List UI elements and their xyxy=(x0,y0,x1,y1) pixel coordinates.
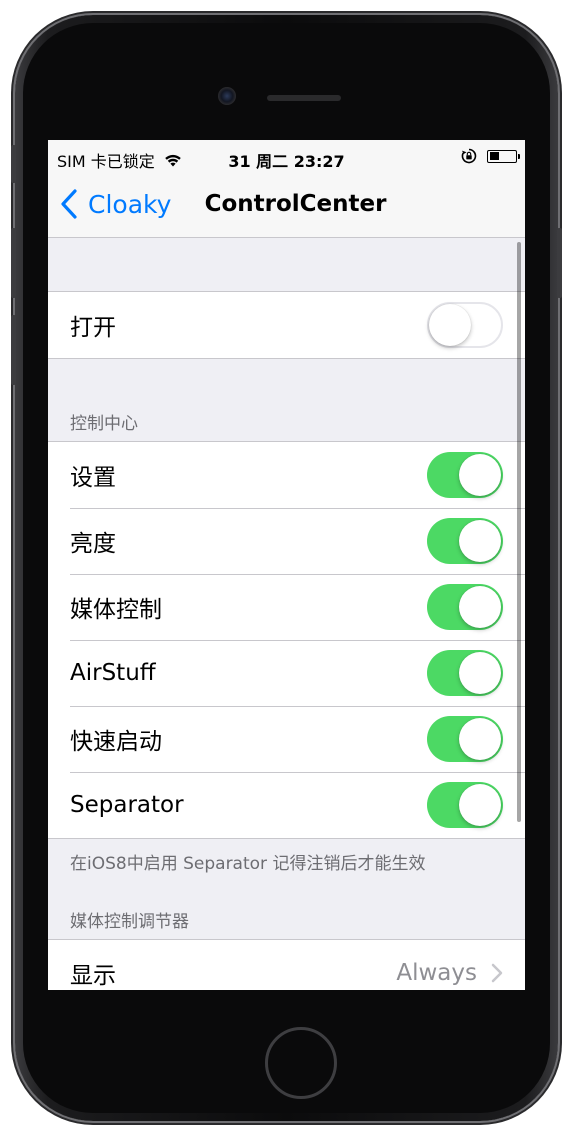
toggle-knob xyxy=(459,586,501,628)
toggle-knob xyxy=(459,718,501,760)
power-button[interactable] xyxy=(557,228,562,298)
mute-switch[interactable] xyxy=(11,145,16,183)
control-center-row-label: 设置 xyxy=(70,465,116,491)
media-adjuster-group: 显示 Always xyxy=(48,939,525,990)
battery-icon xyxy=(487,149,520,163)
enable-toggle[interactable] xyxy=(427,302,503,348)
control-center-row-toggle[interactable] xyxy=(427,650,503,696)
settings-content: 打开 控制中心 设置亮度媒体控制 AirStuff 快速启动 Separator 在i… xyxy=(48,238,525,990)
display-row[interactable]: 显示 Always xyxy=(48,940,525,990)
media-adjuster-header: 媒体控制调节器 xyxy=(70,912,189,932)
control-center-row: 亮度 xyxy=(48,508,525,574)
enable-row: 打开 xyxy=(48,292,525,358)
control-center-row-label: 快速启动 xyxy=(70,729,162,755)
control-center-row-label: Separator xyxy=(70,792,184,818)
main-group: 打开 xyxy=(48,291,525,359)
status-bar: SIM 卡已锁定 31 周二 23:27 xyxy=(48,140,525,174)
control-center-group: 设置亮度媒体控制 AirStuff 快速启动 Separator xyxy=(48,441,525,839)
top-spacer xyxy=(48,238,525,291)
control-center-row-label: 媒体控制 xyxy=(70,597,162,623)
display-value: Always xyxy=(396,960,477,986)
status-right xyxy=(461,148,520,164)
toggle-knob xyxy=(459,652,501,694)
volume-up-button[interactable] xyxy=(11,228,16,298)
control-center-footer: 在iOS8中启用 Separator 记得注销后才能生效 xyxy=(70,854,426,874)
control-center-row-toggle[interactable] xyxy=(427,584,503,630)
chevron-right-icon xyxy=(491,963,503,983)
control-center-row-toggle[interactable] xyxy=(427,782,503,828)
display-label: 显示 xyxy=(70,963,116,989)
control-center-row: Separator xyxy=(48,772,525,838)
control-center-row-toggle[interactable] xyxy=(427,452,503,498)
toggle-knob xyxy=(459,454,501,496)
toggle-knob xyxy=(429,304,471,346)
scrollbar[interactable] xyxy=(517,242,521,822)
screen: SIM 卡已锁定 31 周二 23:27 Cloaky ControlCente… xyxy=(48,140,525,990)
home-button[interactable] xyxy=(265,1027,337,1099)
control-center-row: 快速启动 xyxy=(48,706,525,772)
control-center-row-label: 亮度 xyxy=(70,531,116,557)
page-title: ControlCenter xyxy=(204,191,387,217)
control-center-header: 控制中心 xyxy=(70,414,138,434)
rotation-lock-icon xyxy=(461,148,477,164)
volume-down-button[interactable] xyxy=(11,315,16,385)
toggle-knob xyxy=(459,520,501,562)
control-center-row-toggle[interactable] xyxy=(427,716,503,762)
section-gap-2 xyxy=(48,887,525,907)
control-center-row: AirStuff xyxy=(48,640,525,706)
control-center-row-label: AirStuff xyxy=(70,660,156,686)
status-time: 31 周二 23:27 xyxy=(228,152,345,171)
battery-fill xyxy=(489,152,499,160)
enable-label: 打开 xyxy=(70,315,116,341)
control-center-row: 媒体控制 xyxy=(48,574,525,640)
control-center-row-toggle[interactable] xyxy=(427,518,503,564)
control-center-row: 设置 xyxy=(48,442,525,508)
navigation-bar: Cloaky ControlCenter xyxy=(48,174,525,238)
earpiece-speaker xyxy=(267,95,341,101)
front-camera xyxy=(218,87,236,105)
toggle-knob xyxy=(459,784,501,826)
